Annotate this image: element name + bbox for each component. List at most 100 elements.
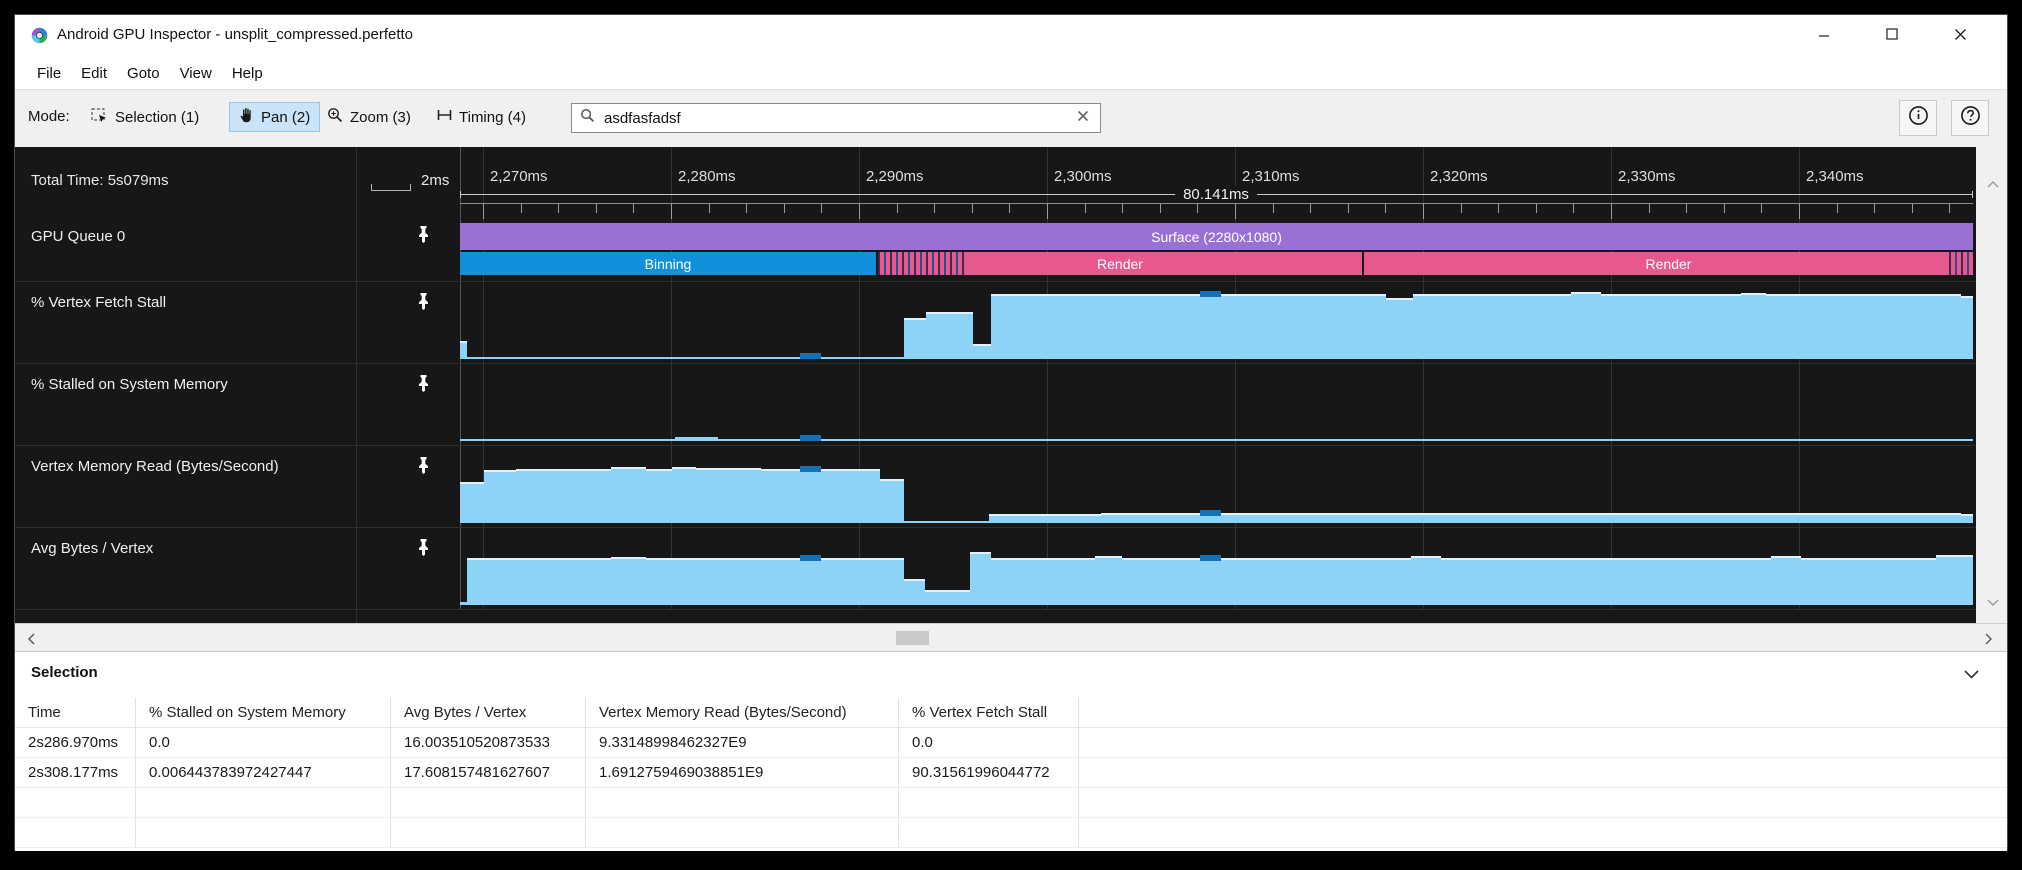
counter-area-segment	[1571, 292, 1601, 359]
track-row-counter[interactable]: % Vertex Fetch Stall	[15, 282, 1976, 364]
ruler-tick	[1912, 204, 1913, 213]
search-input[interactable]	[602, 109, 1067, 128]
counter-area-segment	[460, 602, 467, 605]
timing-mode-icon	[437, 108, 452, 126]
pin-icon[interactable]	[417, 456, 430, 480]
table-row-empty-0[interactable]	[15, 788, 2007, 818]
mode-pan-label: Pan (2)	[261, 109, 310, 126]
ruler-tick	[1649, 204, 1650, 213]
counter-area-segment	[718, 439, 1973, 441]
track-row-counter[interactable]: Vertex Memory Read (Bytes/Second)	[15, 446, 1976, 528]
horizontal-scrollbar[interactable]	[15, 623, 2007, 651]
mode-label: Mode:	[28, 108, 70, 125]
counter-chart[interactable]	[460, 367, 1973, 441]
counter-area-segment	[1101, 513, 1391, 523]
ruler-tick	[1686, 204, 1687, 213]
table-cell	[391, 818, 586, 847]
table-cell: 0.006443783972427447	[136, 758, 391, 787]
mode-timing-button[interactable]: Timing (4)	[427, 102, 536, 132]
vertical-scrollbar[interactable]	[1976, 147, 2007, 623]
search-clear-icon[interactable]	[1074, 109, 1092, 127]
title-bar: Android GPU Inspector - unsplit_compress…	[15, 15, 2007, 57]
mode-pan-button[interactable]: Pan (2)	[229, 102, 320, 132]
slice-binning[interactable]: Binning	[460, 252, 876, 275]
counter-area-segment	[1441, 558, 1771, 605]
info-button[interactable]	[1899, 100, 1937, 136]
scroll-up-icon[interactable]	[1987, 175, 1999, 193]
counter-area-segment	[925, 590, 970, 605]
gpu-slices[interactable]: Surface (2280x1080)BinningRenderRender	[460, 219, 1973, 281]
search-box	[571, 103, 1101, 133]
counter-chart[interactable]	[460, 531, 1973, 605]
close-button[interactable]	[1937, 17, 1983, 51]
selected-sample-marker	[1200, 510, 1221, 516]
counter-area-segment	[1431, 513, 1961, 523]
ruler-tick-label: 2,330ms	[1618, 168, 1676, 185]
slice-fragment-stripe	[1955, 252, 1957, 275]
slice-fragment-stripe	[914, 252, 916, 275]
counter-area-segment	[484, 470, 516, 523]
scroll-left-icon[interactable]	[27, 632, 35, 650]
mode-selection-button[interactable]: Selection (1)	[81, 102, 209, 132]
table-cell	[136, 818, 391, 847]
table-cell	[586, 788, 899, 817]
counter-area-segment	[675, 437, 718, 441]
slice-render[interactable]: Render	[878, 252, 1362, 275]
table-cell: 90.31561996044772	[899, 758, 1079, 787]
menu-edit[interactable]: Edit	[71, 62, 117, 85]
table-cell: 1.6912759469038851E9	[586, 758, 899, 787]
info-icon	[1908, 105, 1929, 131]
pin-icon[interactable]	[417, 292, 430, 316]
pin-icon[interactable]	[417, 538, 430, 562]
menu-file[interactable]: File	[27, 62, 71, 85]
maximize-button[interactable]	[1869, 17, 1915, 51]
slice-render[interactable]: Render	[1364, 252, 1973, 275]
counter-area-segment	[672, 467, 696, 523]
measurement-cap-left	[460, 191, 461, 198]
table-cell: 0.0	[136, 728, 391, 757]
table-cell	[899, 788, 1079, 817]
scrollbar-thumb[interactable]	[896, 631, 929, 645]
ruler-tick	[1423, 204, 1424, 219]
track-row-counter[interactable]: % Stalled on System Memory	[15, 364, 1976, 446]
ruler-tick	[1536, 204, 1537, 213]
ruler-tick	[1235, 204, 1236, 219]
menu-help[interactable]: Help	[222, 62, 273, 85]
ruler-tick	[1197, 204, 1198, 213]
pin-icon[interactable]	[417, 374, 430, 398]
minimize-button[interactable]	[1801, 17, 1847, 51]
menu-view[interactable]: View	[170, 62, 222, 85]
table-row-empty-1[interactable]	[15, 818, 2007, 848]
help-button[interactable]	[1951, 100, 1989, 136]
slice-fragment-stripe	[950, 252, 952, 275]
counter-area-segment	[1936, 555, 1973, 605]
track-row-counter[interactable]: Avg Bytes / Vertex	[15, 528, 1976, 610]
column-header: Time	[15, 698, 136, 727]
collapse-chevron-icon[interactable]	[1964, 666, 1979, 684]
table-cell: 2s286.970ms	[15, 728, 136, 757]
table-cell-filler	[1079, 758, 2007, 787]
table-cell-filler	[1079, 818, 2007, 847]
pin-icon[interactable]	[417, 225, 430, 249]
ruler-tick	[1761, 204, 1762, 213]
scroll-down-icon[interactable]	[1987, 593, 1999, 611]
table-cell-filler	[1079, 698, 2007, 727]
slice-surface[interactable]: Surface (2280x1080)	[460, 223, 1973, 250]
counter-chart[interactable]	[460, 449, 1973, 523]
table-row-1[interactable]: 2s308.177ms0.00644378397242744717.608157…	[15, 758, 2007, 788]
table-row-0[interactable]: 2s286.970ms0.016.0035105208735339.331489…	[15, 728, 2007, 758]
timeline[interactable]: Total Time: 5s079ms 2ms 80.141ms 2,270ms…	[15, 147, 2007, 623]
mode-zoom-label: Zoom (3)	[350, 109, 411, 126]
ruler-tick-label: 2,320ms	[1430, 168, 1488, 185]
slice-fragment-stripe	[956, 252, 958, 275]
counter-chart[interactable]	[460, 285, 1973, 359]
scroll-right-icon[interactable]	[1985, 632, 1993, 650]
counter-area-segment	[1741, 293, 1766, 359]
menu-goto[interactable]: Goto	[117, 62, 170, 85]
pan-hand-icon	[239, 107, 254, 127]
track-row-gpu-queue[interactable]: GPU Queue 0Surface (2280x1080)BinningRen…	[15, 219, 1976, 282]
ruler-tick	[1461, 204, 1462, 213]
selection-panel: Selection Time% Stalled on System Memory…	[15, 651, 2007, 851]
column-header: Vertex Memory Read (Bytes/Second)	[586, 698, 899, 727]
mode-zoom-button[interactable]: Zoom (3)	[317, 102, 421, 132]
